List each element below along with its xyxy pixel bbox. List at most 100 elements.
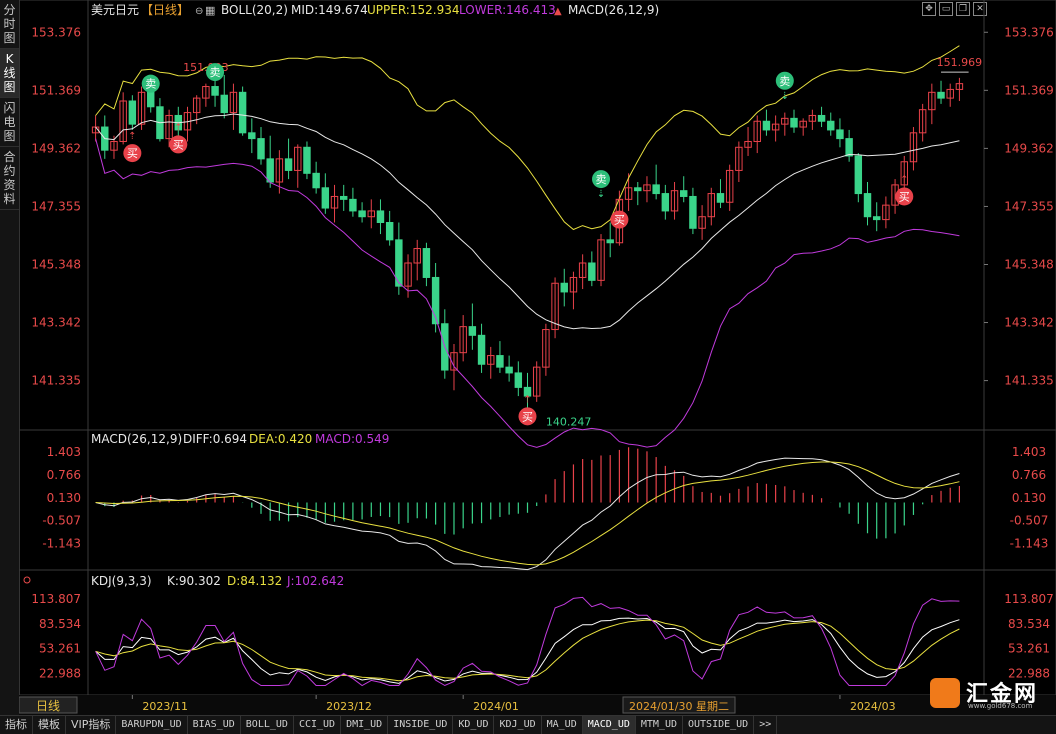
candle-body [358,210,366,218]
candle-body [284,158,293,171]
indicator-tab-boll-ud[interactable]: BOLL_UD [241,716,294,734]
candle-body [422,248,431,278]
indicator-tab-kdj-ud[interactable]: KDJ_UD [494,716,542,734]
signal-text: 卖 [779,75,790,88]
period-label: 【日线】 [141,3,189,17]
indicator-tab-cci-ud[interactable]: CCI_UD [294,716,342,734]
macd-tick-right: -1.143 [1010,537,1049,551]
indicator-tab-macd-ud[interactable]: MACD_UD [582,716,636,734]
price-tick-right: 143.342 [1004,316,1054,330]
chart-canvas[interactable]: 美元日元 【日线】 ⊖ ▦ BOLL(20,2) MID:149.674 UPPER:152… [19,0,1056,715]
period-selector-label: 日线 [36,699,60,713]
kdj-j-value: J:102.642 [286,574,344,588]
indicator-tab-mtm-ud[interactable]: MTM_UD [636,716,683,734]
candle-body [238,91,247,134]
macd-diff-value: DIFF:0.694 [183,432,247,446]
price-tick-right: 153.376 [1004,25,1054,39]
signal-arrow-icon: ⇡ [900,174,908,185]
macd-hist-value: MACD:0.549 [315,432,389,446]
candle-body [680,190,688,197]
price-tick-left: 141.335 [31,374,81,388]
macd-tick-right: 1.403 [1012,445,1046,459]
kdj-tick-left: 113.807 [31,592,81,606]
brand-logo: 汇金网 www.gold678.com [930,676,1050,712]
signal-text: 卖 [145,78,156,91]
view-tab-0[interactable]: 分时图 [0,0,19,49]
macd-tick-left: 1.403 [47,445,81,459]
kdj-settings-icon [23,576,31,584]
candle-body [790,117,798,128]
candle-body [652,184,660,195]
indicator-tab-outside-ud[interactable]: OUTSIDE_UD [683,716,755,734]
candle-body [468,326,477,336]
macd-tick-left: -1.143 [42,537,81,551]
candle-body [257,138,265,160]
signal-arrow-icon: ⇣ [147,94,155,105]
kdj-tick-left: 83.534 [39,617,81,631]
price-tick-right: 147.355 [1004,199,1054,213]
candle-body [339,195,348,200]
candle-body [836,129,844,140]
candle-body [376,210,385,224]
view-tab-3[interactable]: 合约资料 [0,147,19,210]
date-label: 2023/11 [142,700,188,713]
indicator-tab-bias-ud[interactable]: BIAS_UD [188,716,241,734]
kdj-k-value: K:90.302 [167,574,221,588]
price-tick-right: 145.348 [1004,258,1054,272]
indicator-tab--[interactable]: >> [754,716,778,734]
candle-body [606,239,614,244]
high-right-label: 151.969 [937,56,983,69]
indicator-tab-ma-ud[interactable]: MA_UD [542,716,583,734]
boll-mid-value: MID:149.674 [291,3,368,17]
view-tab-1[interactable]: K线图 [0,49,19,98]
candle-body [854,155,863,195]
macd-label: MACD(26,12,9) [91,432,182,446]
indicator-tab--[interactable]: 模板 [33,716,66,734]
main-panel-border [19,0,1056,431]
indicator-tab-dmi-ud[interactable]: DMI_UD [341,716,389,734]
signal-arrow-icon: ⇣ [597,189,605,200]
candle-body [634,187,642,192]
candle-body [349,198,357,212]
signal-arrow-icon: ⇡ [615,198,623,209]
indicator-tab--[interactable]: 指标 [0,716,33,734]
boll-label: BOLL(20,2) [221,3,288,17]
candle-body [817,114,826,122]
indicator-tab-inside-ud[interactable]: INSIDE_UD [388,716,454,734]
candle-body [385,222,394,241]
indicator-tab-vip-[interactable]: VIP指标 [66,716,117,734]
date-label: 2023/12 [326,700,372,713]
macd-tick-left: -0.507 [42,514,81,528]
candle-body [689,195,697,229]
indicator-arrow-icon: ▲ [554,6,562,17]
candle-body [128,100,137,125]
price-tick-left: 151.369 [31,83,81,97]
kdj-label: KDJ(9,3,3) [91,574,152,588]
macd-dea-value: DEA:0.420 [249,432,312,446]
kdj-d-value: D:84.132 [227,574,282,588]
candle-body [827,120,835,131]
indicator-tab-barupdn-ud[interactable]: BARUPDN_UD [116,716,188,734]
candle-body [312,172,320,189]
kdj-d-line [95,619,960,682]
boll-settings-icon: ▦ [205,4,215,17]
signal-text: 卖 [596,173,607,186]
kdj-tick-left: 53.261 [39,642,81,656]
kdj-tick-right: 53.261 [1008,642,1050,656]
price-tick-left: 149.362 [31,141,81,155]
signal-text: 买 [522,410,533,423]
boll-upper-value: UPPER:152.934 [367,3,459,17]
macd-tick-right: -0.507 [1010,514,1049,528]
candle-body [872,216,881,221]
candle-body [321,187,330,209]
logo-url: www.gold678.com [968,702,1033,710]
candle-body [496,355,504,368]
indicator-tab-kd-ud[interactable]: KD_UD [453,716,495,734]
macd-signal-label: MACD(26,12,9) [568,3,659,17]
signal-arrow-icon: ⇣ [781,91,789,102]
price-tick-left: 143.342 [31,316,81,330]
signal-arrow-icon: ⇡ [128,131,136,142]
cursor-date-label: 2024/01/30 星期二 [629,700,729,713]
view-tab-2[interactable]: 闪电图 [0,98,19,147]
candle-body [514,372,523,388]
